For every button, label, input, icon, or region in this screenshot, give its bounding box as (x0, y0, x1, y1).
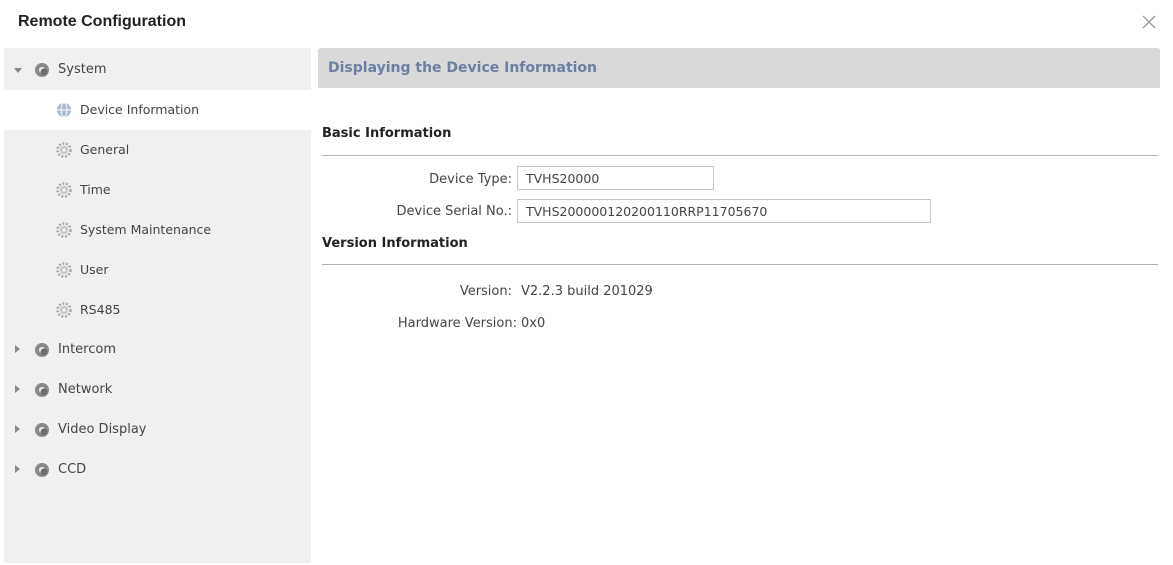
sidebar-item-ccd[interactable]: CCD (4, 450, 311, 490)
sidebar-item-system[interactable]: System (4, 50, 311, 90)
globe-icon (56, 102, 72, 118)
sidebar-item-label: System Maintenance (80, 222, 212, 237)
gear-cloud-icon (34, 422, 50, 438)
sidebar-item-label: System (58, 62, 107, 77)
title-bar: Remote Configuration (0, 0, 1173, 48)
sidebar-item-intercom[interactable]: Intercom (4, 330, 311, 370)
expand-arrow-icon[interactable] (15, 465, 20, 473)
sidebar-item-video-display[interactable]: Video Display (4, 410, 311, 450)
section-divider (322, 264, 1158, 265)
version-information-title: Version Information (322, 236, 468, 251)
device-type-label: Device Type: (429, 172, 512, 187)
device-serial-label: Device Serial No.: (396, 204, 512, 219)
main-panel: Displaying the Device Information Basic … (318, 48, 1160, 563)
close-icon[interactable] (1139, 12, 1159, 32)
sidebar-item-label: CCD (58, 462, 87, 477)
gear-cloud-icon (34, 62, 50, 78)
sidebar-item-label: Network (58, 382, 113, 397)
basic-information-title: Basic Information (322, 126, 452, 141)
gear-cloud-icon (34, 462, 50, 478)
panel-header-title: Displaying the Device Information (328, 60, 598, 76)
gear-icon (56, 262, 72, 278)
gear-icon (56, 302, 72, 318)
expand-arrow-icon[interactable] (15, 385, 20, 393)
gear-icon (56, 182, 72, 198)
section-divider (322, 155, 1158, 156)
sidebar-item-label: General (80, 142, 130, 157)
sidebar-item-time[interactable]: Time (4, 170, 311, 210)
hardware-version-label: Hardware Version: (397, 316, 517, 331)
gear-cloud-icon (34, 382, 50, 398)
version-label: Version: (459, 284, 512, 299)
panel-header: Displaying the Device Information (318, 48, 1160, 88)
hardware-version-value: 0x0 (521, 316, 546, 331)
gear-icon (56, 142, 72, 158)
sidebar-item-label: RS485 (80, 302, 121, 317)
sidebar-item-network[interactable]: Network (4, 370, 311, 410)
sidebar-item-general[interactable]: General (4, 130, 311, 170)
expand-arrow-icon[interactable] (14, 68, 22, 73)
gear-icon (56, 222, 72, 238)
version-value: V2.2.3 build 201029 (521, 284, 653, 299)
sidebar-item-user[interactable]: User (4, 250, 311, 290)
sidebar-item-label: Video Display (58, 422, 147, 437)
sidebar-nav: System Device Information General Time S… (4, 48, 311, 563)
window-title: Remote Configuration (18, 13, 186, 30)
device-serial-field[interactable]: TVHS200000120200110RRP11705670 (517, 199, 931, 223)
sidebar-item-label: Intercom (58, 342, 116, 357)
expand-arrow-icon[interactable] (15, 425, 20, 433)
expand-arrow-icon[interactable] (15, 345, 20, 353)
sidebar-item-device-information[interactable]: Device Information (4, 90, 311, 130)
sidebar-item-label: User (80, 262, 109, 277)
gear-cloud-icon (34, 342, 50, 358)
sidebar-item-label: Device Information (80, 102, 200, 117)
sidebar-item-label: Time (80, 182, 111, 197)
device-type-field[interactable]: TVHS20000 (517, 166, 714, 190)
sidebar-item-rs485[interactable]: RS485 (4, 290, 311, 330)
sidebar-item-system-maintenance[interactable]: System Maintenance (4, 210, 311, 250)
